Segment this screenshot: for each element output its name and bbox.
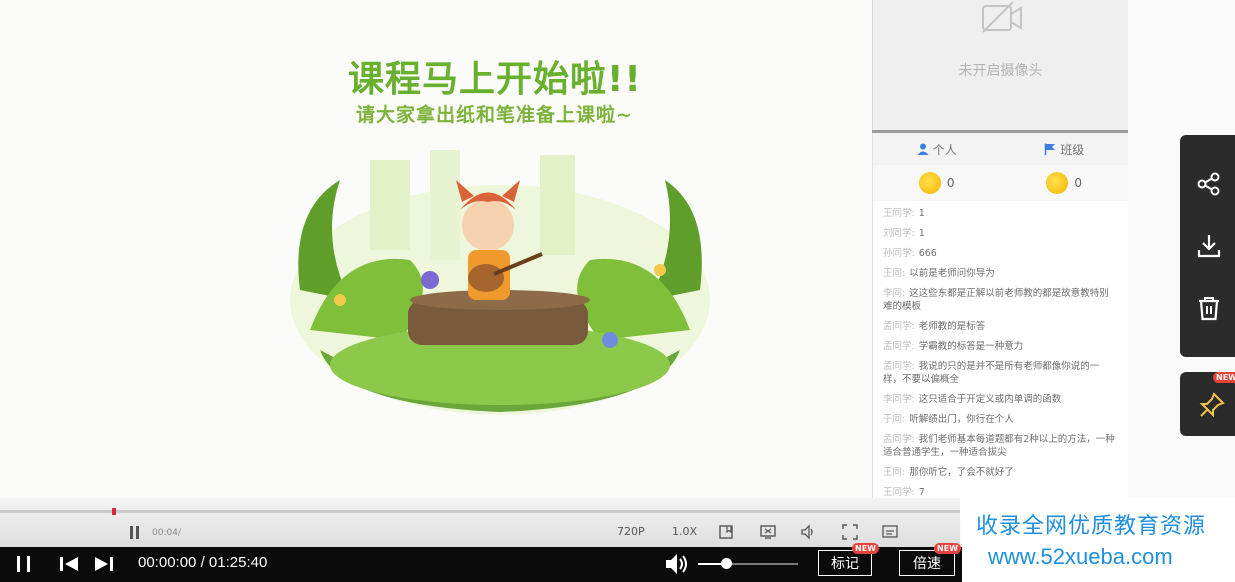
chat-message: 李同学: 这只适合于开定义或内单调的函数: [883, 394, 1062, 405]
chat-message: 孙同学: 666: [883, 248, 937, 259]
forest-horse-illustration: [290, 150, 710, 415]
watermark-url: www.52xueba.com: [988, 544, 1173, 569]
class-coin-count: 0: [1074, 176, 1083, 190]
mark-new-badge: NEW: [852, 543, 879, 554]
watermark-line-1: 收录全网优质教育资源: [976, 514, 1207, 539]
inner-fullscreen-icon[interactable]: [842, 524, 858, 540]
sidebar-panel: 个人 班级 0 0 王同学: 1 刘同学: 1 孙同学: 666 王同: 以前是…: [872, 133, 1128, 520]
person-icon: [917, 143, 929, 155]
inner-progress-marker: [112, 508, 116, 515]
inner-subtitle-icon[interactable]: [882, 524, 898, 540]
trash-icon[interactable]: [1196, 295, 1222, 321]
chat-message: 于同: 听解绩出门，你行在个人: [883, 414, 1014, 425]
inner-time: 00:04/: [152, 528, 181, 538]
float-toolbar: [1180, 135, 1235, 357]
flag-icon: [1044, 143, 1056, 155]
personal-coins: 0: [873, 165, 1001, 201]
pin-new-badge: NEW: [1213, 372, 1235, 383]
coin-icon: [918, 172, 941, 194]
inner-control-bar: [0, 498, 960, 547]
class-coins: 0: [1001, 165, 1129, 201]
slide-subtitle: 请大家拿出纸和笔准备上课啦~: [356, 104, 633, 126]
watermark: 收录全网优质教育资源 www.52xueba.com: [962, 498, 1235, 582]
time-display: 00:00:00 / 01:25:40: [138, 554, 267, 571]
tab-personal-label: 个人: [932, 142, 957, 157]
tab-class[interactable]: 班级: [1001, 133, 1129, 165]
personal-coin-count: 0: [946, 176, 955, 190]
video-player-window: 课程马上开始啦!! 请大家拿出纸和笔准备上课啦~ 未开启摄像头 个人 班级 0 …: [0, 0, 1235, 582]
sidebar-tabs: 个人 班级: [873, 133, 1128, 165]
speed-new-badge: NEW: [934, 543, 961, 554]
previous-icon[interactable]: [58, 554, 80, 574]
inner-screen-icon[interactable]: [760, 524, 776, 540]
pause-icon[interactable]: [14, 554, 34, 574]
speaker-icon[interactable]: [664, 552, 690, 576]
inner-quality[interactable]: 720P: [617, 525, 645, 538]
video-stage[interactable]: 课程马上开始啦!! 请大家拿出纸和笔准备上课啦~: [0, 0, 872, 520]
chat-message: 孟同学: 我说的只的是并不是所有老师都像你说的一样，不要以偏概全: [883, 361, 1100, 385]
inner-bookmark-icon[interactable]: [718, 524, 734, 540]
chat-message: 王同: 那你听它，了会不就好了: [883, 467, 1014, 478]
current-time: 00:00:00: [138, 554, 197, 571]
coin-icon: [1046, 172, 1069, 194]
chat-list[interactable]: 王同学: 1 刘同学: 1 孙同学: 666 王同: 以前是老师问你导为 李同: 这这些东…: [873, 201, 1128, 499]
camera-off-icon: [982, 1, 1022, 33]
inner-speed[interactable]: 1.0X: [672, 525, 697, 538]
total-duration: 01:25:40: [208, 554, 268, 571]
chat-message: 王同: 以前是老师问你导为: [883, 268, 995, 279]
chat-message: 孟同学: 学霸教的标答是一种意力: [883, 341, 1024, 352]
chat-message: 刘同学: 1: [883, 228, 925, 239]
chat-message: 李同: 这这些东都是正解以前老师教的都是故意教特别难的模板: [883, 288, 1109, 312]
tab-class-label: 班级: [1060, 142, 1085, 157]
next-icon[interactable]: [93, 554, 115, 574]
volume-handle[interactable]: [721, 558, 732, 569]
camera-panel: 未开启摄像头: [872, 0, 1128, 130]
chat-message: 孟同学: 我们老师基本每道题都有2种以上的方法，一种适合普通学生，一种适合拔尖: [883, 434, 1115, 458]
chat-message: 王同学: 1: [883, 208, 925, 219]
download-icon[interactable]: [1196, 233, 1222, 259]
chat-message: 孟同学: 老师教的是标答: [883, 321, 986, 332]
slide-title: 课程马上开始啦!!: [348, 59, 642, 100]
pin-icon[interactable]: [1199, 392, 1225, 418]
inner-progress-track[interactable]: [0, 510, 960, 513]
camera-status-text: 未开启摄像头: [958, 63, 1043, 79]
time-separator: /: [200, 554, 205, 571]
share-icon[interactable]: [1196, 171, 1222, 197]
inner-pause-icon[interactable]: [128, 525, 142, 540]
pin-toolbar: NEW: [1180, 372, 1235, 436]
inner-volume-icon[interactable]: [800, 524, 816, 540]
coin-row: 0 0: [873, 165, 1128, 201]
tab-personal[interactable]: 个人: [873, 133, 1001, 165]
